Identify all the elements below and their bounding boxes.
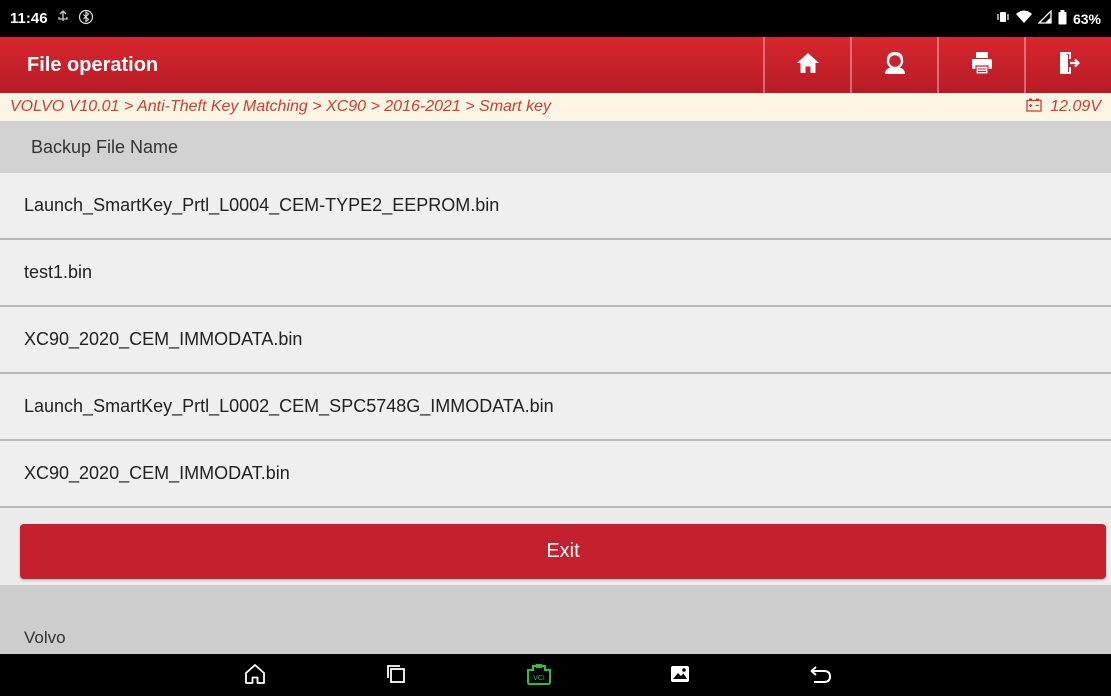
- battery-voltage: 12.09V: [1026, 98, 1101, 117]
- exit-button[interactable]: Exit: [20, 524, 1106, 579]
- home-outline-icon: [244, 663, 266, 690]
- home-button[interactable]: [763, 37, 850, 93]
- nav-recents-button[interactable]: [383, 663, 409, 689]
- breadcrumb: VOLVO V10.01 > Anti-Theft Key Matching >…: [0, 93, 1111, 121]
- vci-label: VCI: [533, 675, 545, 682]
- brand-label: Volvo: [24, 628, 66, 647]
- nav-back-button[interactable]: [808, 663, 834, 689]
- home-icon: [796, 52, 820, 79]
- back-icon: [809, 664, 833, 689]
- footer-panel: Volvo: [0, 585, 1111, 654]
- backup-file-list: Launch_SmartKey_Prtl_L0004_CEM-TYPE2_EEP…: [0, 173, 1111, 508]
- battery-icon: [1058, 9, 1067, 28]
- vibrate-icon: [996, 10, 1010, 27]
- file-row[interactable]: XC90_2020_CEM_IMMODAT.bin: [0, 441, 1111, 508]
- breadcrumb-path: VOLVO V10.01 > Anti-Theft Key Matching >…: [10, 98, 552, 115]
- print-icon: [971, 51, 993, 80]
- toolbar: [763, 37, 1111, 93]
- navigation-bar: VCI: [0, 654, 1111, 696]
- exit-app-button[interactable]: [1024, 37, 1111, 93]
- voltage-value: 12.09V: [1050, 98, 1101, 115]
- status-time: 11:46: [10, 10, 48, 27]
- signal-icon: [1037, 9, 1052, 27]
- nav-home-button[interactable]: [242, 663, 268, 689]
- status-bar: 11:46 63%: [0, 0, 1111, 37]
- title-bar: File operation: [0, 37, 1111, 93]
- file-row[interactable]: Launch_SmartKey_Prtl_L0002_CEM_SPC5748G_…: [0, 374, 1111, 441]
- car-battery-icon: [1026, 98, 1042, 117]
- usb-icon: [56, 10, 70, 27]
- list-end-divider: [0, 511, 1111, 521]
- file-row[interactable]: Launch_SmartKey_Prtl_L0004_CEM-TYPE2_EEP…: [0, 173, 1111, 240]
- vci-icon: VCI: [525, 662, 553, 691]
- status-right: 63%: [996, 9, 1101, 28]
- status-left: 11:46: [10, 9, 94, 28]
- battery-percent: 63%: [1072, 10, 1101, 27]
- nav-vci-button[interactable]: VCI: [524, 663, 554, 689]
- support-icon: [882, 51, 908, 80]
- file-row[interactable]: XC90_2020_CEM_IMMODATA.bin: [0, 307, 1111, 374]
- nav-screenshot-button[interactable]: [667, 663, 693, 689]
- exit-door-icon: [1058, 51, 1080, 80]
- support-button[interactable]: [850, 37, 937, 93]
- recents-icon: [386, 664, 406, 689]
- print-button[interactable]: [937, 37, 1024, 93]
- list-header: Backup File Name: [0, 121, 1111, 173]
- file-row[interactable]: test1.bin: [0, 240, 1111, 307]
- bluetooth-icon: [78, 9, 94, 28]
- wifi-icon: [1015, 10, 1032, 27]
- screenshot-icon: [670, 665, 690, 688]
- page-title: File operation: [27, 53, 159, 76]
